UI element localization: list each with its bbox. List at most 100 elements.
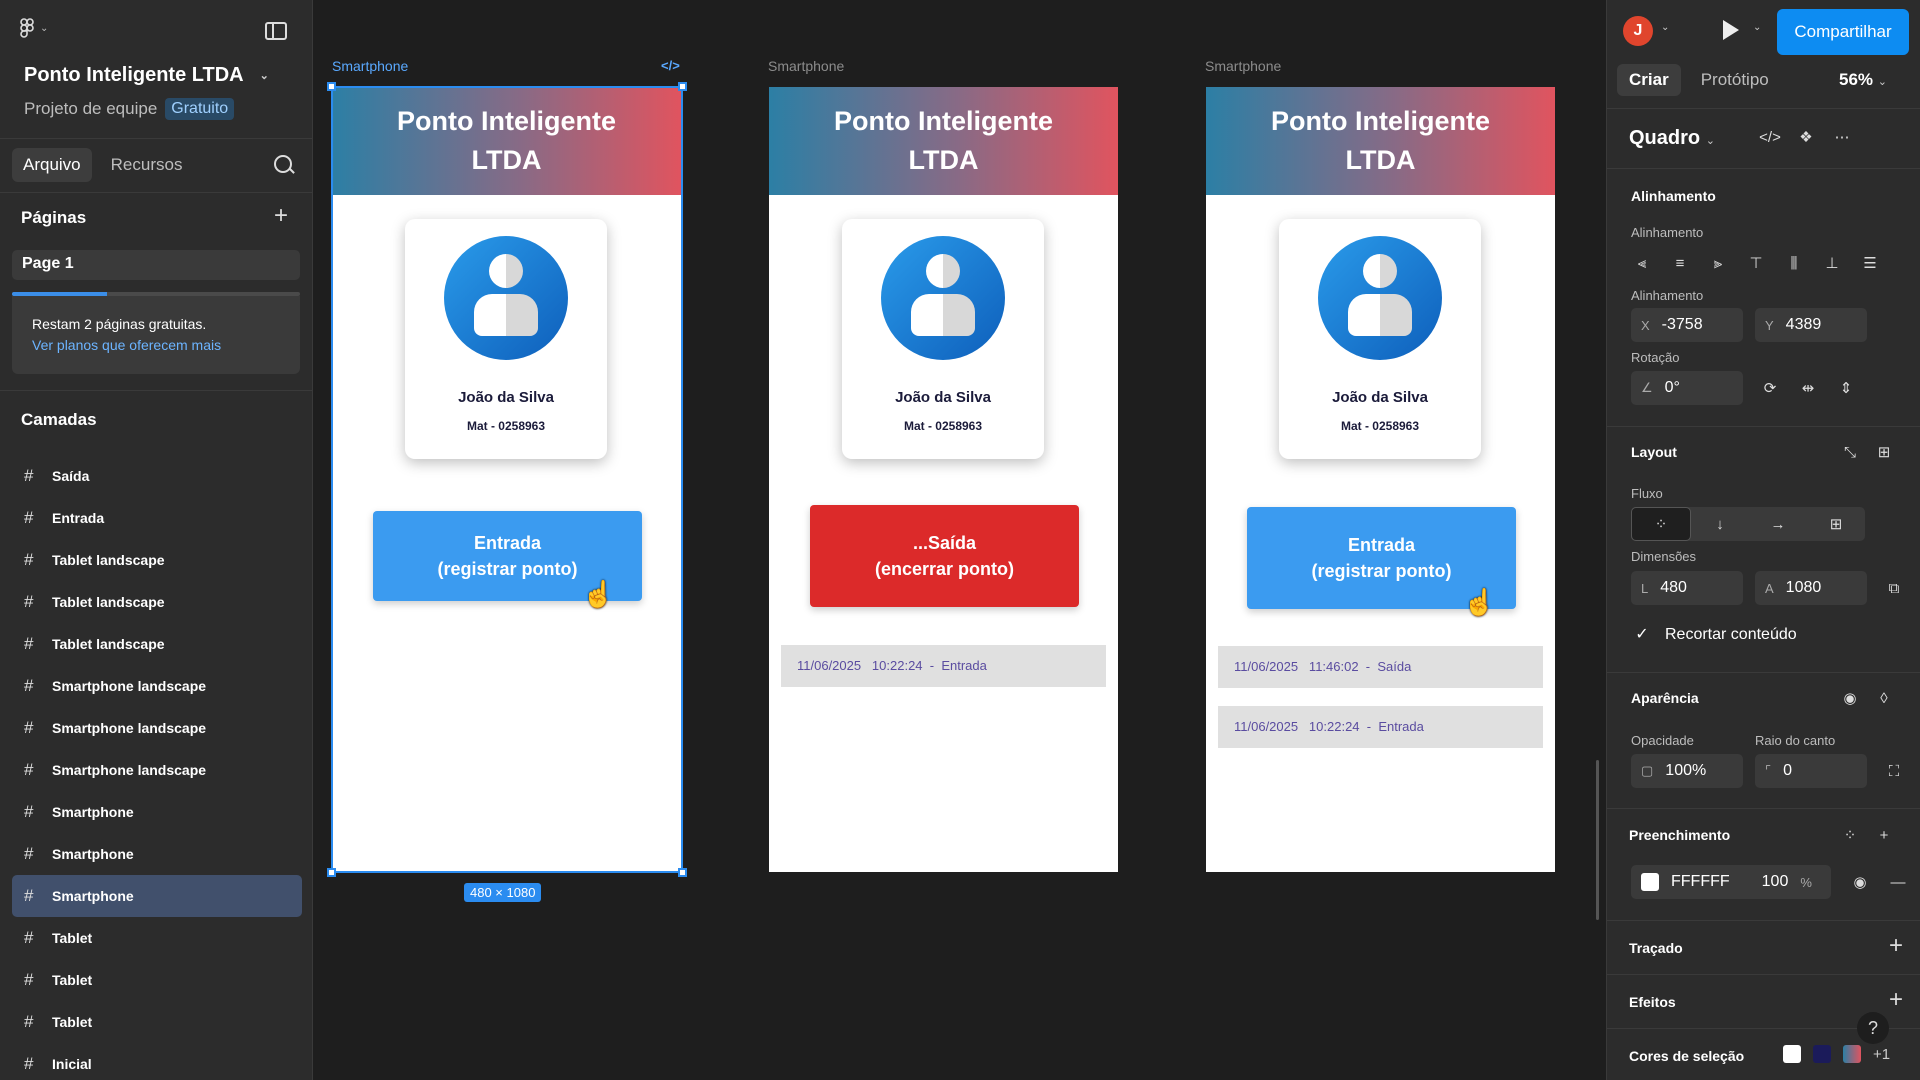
fill-swatch[interactable] — [1641, 873, 1659, 891]
log-entry: 11/06/2025 11:46:02 - Saída — [1218, 646, 1543, 688]
constrain-proportions-icon[interactable]: ⧉ — [1883, 577, 1905, 599]
layer-item[interactable]: # Saída — [12, 455, 302, 497]
flow-free-icon[interactable]: ⁘ — [1631, 507, 1691, 541]
layer-item[interactable]: # Tablet landscape — [12, 623, 302, 665]
layer-item[interactable]: # Tablet — [12, 1001, 302, 1043]
layer-item[interactable]: # Tablet — [12, 959, 302, 1001]
more-colors-count[interactable]: +1 — [1873, 1046, 1890, 1063]
frame-type-selector[interactable]: Quadro ⌄ — [1629, 127, 1715, 150]
page-item[interactable]: Page 1 — [12, 250, 300, 280]
app-title: Ponto Inteligente LTDA — [1271, 106, 1490, 175]
share-button[interactable]: Compartilhar — [1777, 9, 1909, 55]
add-stroke-icon[interactable]: + — [1889, 934, 1903, 958]
add-page-icon[interactable]: + — [274, 204, 288, 228]
layer-item[interactable]: # Tablet — [12, 917, 302, 959]
resize-handle[interactable] — [678, 82, 687, 91]
blend-mode-icon[interactable]: ◊ — [1873, 687, 1895, 709]
tab-recursos[interactable]: Recursos — [100, 148, 194, 182]
distribute-icon[interactable]: ☰ — [1859, 252, 1881, 274]
canvas-scrollbar[interactable] — [1596, 760, 1599, 920]
zoom-level[interactable]: 56% ⌄ — [1839, 70, 1887, 90]
layer-item[interactable]: # Smartphone — [12, 875, 302, 917]
code-icon[interactable]: </> — [1759, 126, 1781, 148]
rotation-field[interactable]: ∠ 0° — [1631, 371, 1743, 405]
layer-item[interactable]: # Entrada — [12, 497, 302, 539]
project-title[interactable]: Ponto Inteligente LTDA ⌄ — [24, 64, 269, 87]
user-avatar[interactable]: J — [1623, 16, 1653, 46]
frame-label[interactable]: Smartphone — [1205, 58, 1281, 74]
y-field[interactable]: Y 4389 — [1755, 308, 1867, 342]
remove-fill-icon[interactable]: — — [1887, 871, 1909, 893]
clock-out-button[interactable]: ...Saída (encerrar ponto) — [810, 505, 1079, 607]
align-left-icon[interactable]: ⫷ — [1631, 252, 1653, 274]
plan-badge[interactable]: Gratuito — [165, 98, 235, 120]
layer-item[interactable]: # Inicial — [12, 1043, 302, 1080]
auto-layout-icon[interactable]: ⊞ — [1873, 441, 1895, 463]
smartphone-frame[interactable]: Ponto Inteligente LTDA João da Silva Mat… — [769, 87, 1118, 872]
frame-label[interactable]: Smartphone — [768, 58, 844, 74]
eye-icon[interactable]: ◉ — [1839, 687, 1861, 709]
resize-handle[interactable] — [327, 868, 336, 877]
layer-item[interactable]: # Smartphone — [12, 791, 302, 833]
help-icon[interactable]: ? — [1857, 1012, 1889, 1044]
layer-item[interactable]: # Tablet landscape — [12, 581, 302, 623]
radius-field[interactable]: ⌜ 0 — [1755, 754, 1867, 788]
resize-handle[interactable] — [678, 868, 687, 877]
independent-corners-icon[interactable]: ⛶ — [1883, 760, 1905, 782]
layer-item[interactable]: # Smartphone — [12, 833, 302, 875]
tab-criar[interactable]: Criar — [1617, 64, 1681, 96]
tab-arquivo[interactable]: Arquivo — [12, 148, 92, 182]
right-tabs: Criar Protótipo — [1617, 64, 1781, 96]
add-effect-icon[interactable]: + — [1889, 988, 1903, 1012]
layer-item[interactable]: # Smartphone landscape — [12, 707, 302, 749]
layer-item[interactable]: # Smartphone landscape — [12, 665, 302, 707]
clip-content-checkbox[interactable]: ✓ — [1631, 624, 1653, 646]
rotate-icon[interactable]: ⟳ — [1759, 377, 1781, 399]
x-field[interactable]: X -3758 — [1631, 308, 1743, 342]
layer-item[interactable]: # Tablet landscape — [12, 539, 302, 581]
color-swatch-gradient[interactable] — [1843, 1045, 1861, 1063]
add-fill-icon[interactable]: + — [1873, 824, 1895, 846]
flip-horizontal-icon[interactable]: ⇹ — [1797, 377, 1819, 399]
collapse-icon[interactable]: ⤡ — [1839, 441, 1861, 463]
align-center-h-icon[interactable]: ≡ — [1669, 252, 1691, 274]
color-swatch-white[interactable] — [1783, 1045, 1801, 1063]
layer-item[interactable]: # Smartphone landscape — [12, 749, 302, 791]
layer-label: Saída — [52, 468, 90, 484]
present-play-icon[interactable] — [1723, 20, 1739, 40]
height-field[interactable]: A 1080 — [1755, 571, 1867, 605]
code-icon[interactable]: </> — [661, 58, 680, 73]
fill-field[interactable]: FFFFFF 100 % — [1631, 865, 1831, 899]
align-bottom-icon[interactable]: ⊥ — [1821, 252, 1843, 274]
frame-icon: # — [24, 844, 34, 863]
width-field[interactable]: L 480 — [1631, 571, 1743, 605]
opacity-field[interactable]: ▢ 100% — [1631, 754, 1743, 788]
avatar — [881, 236, 1005, 360]
flip-vertical-icon[interactable]: ⇕ — [1835, 377, 1857, 399]
search-icon[interactable] — [274, 155, 292, 173]
chevron-down-icon[interactable]: ⌄ — [1661, 22, 1669, 33]
color-swatch-navy[interactable] — [1813, 1045, 1831, 1063]
smartphone-frame[interactable]: Ponto Inteligente LTDA João da Silva Mat… — [1206, 87, 1555, 872]
styles-icon[interactable]: ⁘ — [1839, 824, 1861, 846]
align-top-icon[interactable]: ⊤ — [1745, 252, 1767, 274]
flow-grid-icon[interactable]: ⊞ — [1807, 507, 1865, 541]
chevron-down-icon[interactable]: ⌄ — [1753, 22, 1761, 33]
resize-handle[interactable] — [327, 82, 336, 91]
notice-link[interactable]: Ver planos que oferecem mais — [32, 335, 280, 356]
frame-icon: # — [24, 760, 34, 779]
align-middle-v-icon[interactable]: ⫼ — [1783, 252, 1805, 274]
flow-vertical-icon[interactable]: ↓ — [1691, 507, 1749, 541]
main-menu-button[interactable]: ⌄ — [20, 18, 48, 38]
component-icon[interactable]: ❖ — [1795, 126, 1817, 148]
more-icon[interactable]: ⋯ — [1831, 126, 1853, 148]
eye-icon[interactable]: ◉ — [1849, 871, 1871, 893]
tab-prototipo[interactable]: Protótipo — [1689, 64, 1781, 96]
sidebar-toggle-icon[interactable] — [265, 22, 287, 40]
layer-label: Tablet — [52, 1014, 93, 1030]
frame-label[interactable]: Smartphone — [332, 58, 408, 74]
canvas[interactable]: Smartphone </> Smartphone Smartphone Pon… — [314, 0, 1606, 1080]
divider — [1607, 974, 1920, 975]
flow-horizontal-icon[interactable]: → — [1749, 507, 1807, 541]
align-right-icon[interactable]: ⫸ — [1707, 252, 1729, 274]
